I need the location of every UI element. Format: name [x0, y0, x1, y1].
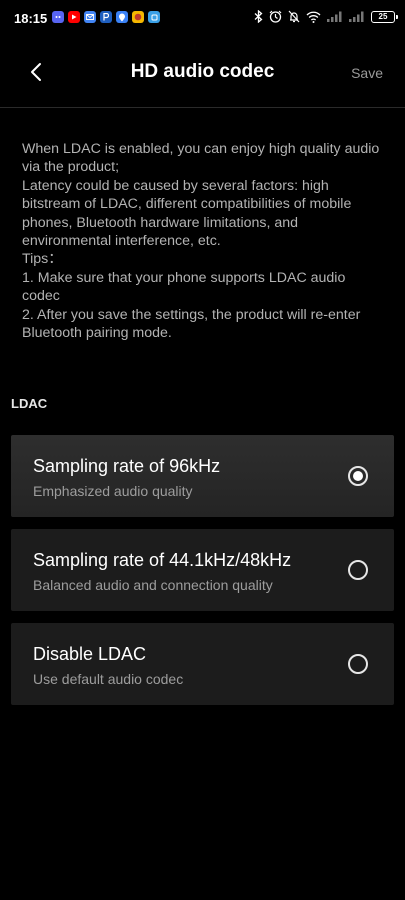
bluetooth-icon [254, 10, 263, 23]
option-subtitle: Use default audio codec [33, 671, 184, 687]
page-title: HD audio codec [130, 61, 275, 82]
signal-icon [327, 11, 342, 22]
header: HD audio codec Save [0, 36, 405, 108]
youtube-icon [68, 11, 80, 23]
option-96khz[interactable]: Sampling rate of 96kHz Emphasized audio … [11, 435, 394, 517]
paypal-icon [100, 11, 112, 23]
signal-icon-2 [349, 11, 364, 22]
system-icons: 25 [254, 10, 398, 23]
wifi-icon [306, 11, 321, 23]
tip-item: 2. After you save the settings, the prod… [22, 306, 361, 342]
notification-icons [52, 11, 160, 23]
radio-button[interactable] [348, 654, 368, 674]
option-subtitle: Emphasized audio quality [33, 483, 193, 499]
alarm-icon [269, 10, 282, 23]
status-bar: 18:15 25 [0, 0, 405, 36]
section-label-ldac: LDAC [11, 396, 48, 411]
status-time: 18:15 [14, 11, 48, 26]
option-disable-ldac[interactable]: Disable LDAC Use default audio codec [11, 623, 394, 705]
maps-icon [116, 11, 128, 23]
description-line: Latency could be caused by several facto… [22, 177, 352, 250]
option-44khz-48khz[interactable]: Sampling rate of 44.1kHz/48kHz Balanced … [11, 529, 394, 611]
discord-icon [52, 11, 64, 23]
game-icon [132, 11, 144, 23]
mail-icon [84, 11, 96, 23]
description-line: When LDAC is enabled, you can enjoy high… [22, 141, 380, 176]
option-title: Disable LDAC [33, 644, 147, 664]
tip-item: 1. Make sure that your phone supports LD… [22, 269, 346, 305]
save-button[interactable]: Save [351, 65, 383, 81]
option-title: Sampling rate of 44.1kHz/48kHz [33, 550, 292, 570]
option-title: Sampling rate of 96kHz [33, 456, 221, 476]
tips-heading: Tips： [22, 251, 63, 268]
dnd-bell-off-icon [288, 10, 300, 23]
battery-icon: 25 [371, 10, 398, 23]
app-icon [148, 11, 160, 23]
option-subtitle: Balanced audio and connection quality [33, 577, 273, 593]
radio-button[interactable] [348, 560, 368, 580]
radio-button-selected[interactable] [348, 466, 368, 486]
description-text: When LDAC is enabled, you can enjoy high… [22, 140, 384, 342]
